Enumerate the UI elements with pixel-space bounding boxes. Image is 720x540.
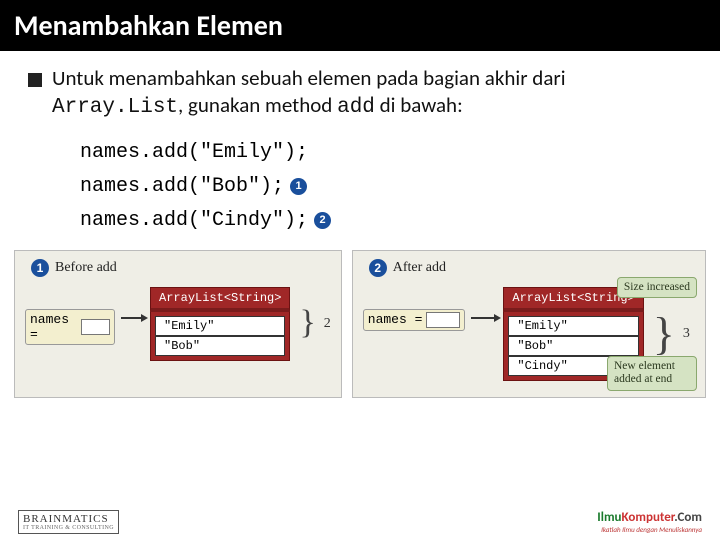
logo-part-ilmu: Ilmu (597, 510, 621, 525)
object-box: ArrayList<String> "Emily" "Bob" (150, 287, 290, 361)
panel-header: 1 Before add (25, 259, 331, 277)
slide-footer: BRAINMATICS IT TRAINING & CONSULTING Ilm… (0, 510, 720, 534)
logo-tagline: Ikatlah Ilmu dengan Menuliskannya (597, 525, 702, 534)
reference-arrow-icon (471, 317, 497, 319)
step-badge-1: 1 (290, 178, 307, 195)
slide-body: Untuk menambahkan sebuah elemen pada bag… (0, 51, 720, 238)
panel-badge-2: 2 (369, 259, 387, 277)
brand-tagline: IT TRAINING & CONSULTING (23, 525, 114, 531)
variable-slot (81, 319, 111, 335)
reference-arrow-icon (121, 317, 144, 319)
text-mid: , gunakan method (178, 92, 337, 118)
brand-name: BRAINMATICS (23, 513, 109, 525)
inline-code-add: add (337, 96, 375, 119)
code-text: names.add("Cindy"); (80, 204, 308, 238)
panel-after-add: 2 After add names = ArrayList<String> "E… (352, 250, 706, 398)
diagram-body: names = ArrayList<String> "Emily" "Bob" … (25, 287, 331, 361)
panel-caption: After add (393, 260, 446, 276)
bullet-item: Untuk menambahkan sebuah elemen pada bag… (28, 65, 692, 122)
cell-value: "Emily" (155, 316, 285, 336)
code-text: names.add("Bob"); (80, 170, 284, 204)
logo-brainmatics: BRAINMATICS IT TRAINING & CONSULTING (18, 510, 119, 534)
step-badge-2: 2 (314, 212, 331, 229)
slide-title: Menambahkan Elemen (0, 0, 720, 51)
variable-name: names = (368, 312, 423, 327)
variable-box: names = (363, 309, 466, 331)
object-type-label: ArrayList<String> (150, 287, 290, 312)
bullet-marker (28, 73, 42, 87)
size-label: 2 (324, 316, 331, 332)
annotation-size-increased: Size increased (617, 277, 697, 298)
diagram-row: 1 Before add names = ArrayList<String> "… (0, 250, 720, 398)
code-line-1: names.add("Emily"); (80, 136, 692, 170)
panel-badge-1: 1 (31, 259, 49, 277)
panel-header: 2 After add (363, 259, 695, 277)
code-line-3: names.add("Cindy"); 2 (80, 204, 692, 238)
variable-name: names = (30, 312, 77, 342)
cell-value: "Bob" (155, 336, 285, 356)
text-pre: Untuk menambahkan sebuah elemen pada bag… (52, 65, 566, 91)
brace-icon: } (653, 320, 675, 348)
brace-icon: } (299, 313, 315, 333)
code-line-2: names.add("Bob"); 1 (80, 170, 692, 204)
size-label: 3 (683, 326, 690, 342)
logo-ilmukomputer: IlmuKomputer.Com Ikatlah Ilmu dengan Men… (597, 510, 702, 534)
cell-value: "Emily" (508, 316, 638, 336)
text-post: di bawah: (375, 92, 463, 118)
logo-part-komputer: Komputer (622, 510, 675, 525)
annotation-new-element: New element added at end (607, 356, 697, 390)
code-text: names.add("Emily"); (80, 136, 308, 170)
bullet-text: Untuk menambahkan sebuah elemen pada bag… (52, 65, 692, 122)
panel-caption: Before add (55, 260, 117, 276)
cell-value: "Bob" (508, 336, 638, 356)
panel-before-add: 1 Before add names = ArrayList<String> "… (14, 250, 342, 398)
object-cells: "Emily" "Bob" (150, 312, 290, 361)
code-block: names.add("Emily"); names.add("Bob"); 1 … (80, 136, 692, 238)
inline-code-arraylist: Array.List (52, 96, 178, 119)
variable-box: names = (25, 309, 115, 345)
logo-part-com: .Com (674, 510, 702, 525)
variable-slot (426, 312, 460, 328)
